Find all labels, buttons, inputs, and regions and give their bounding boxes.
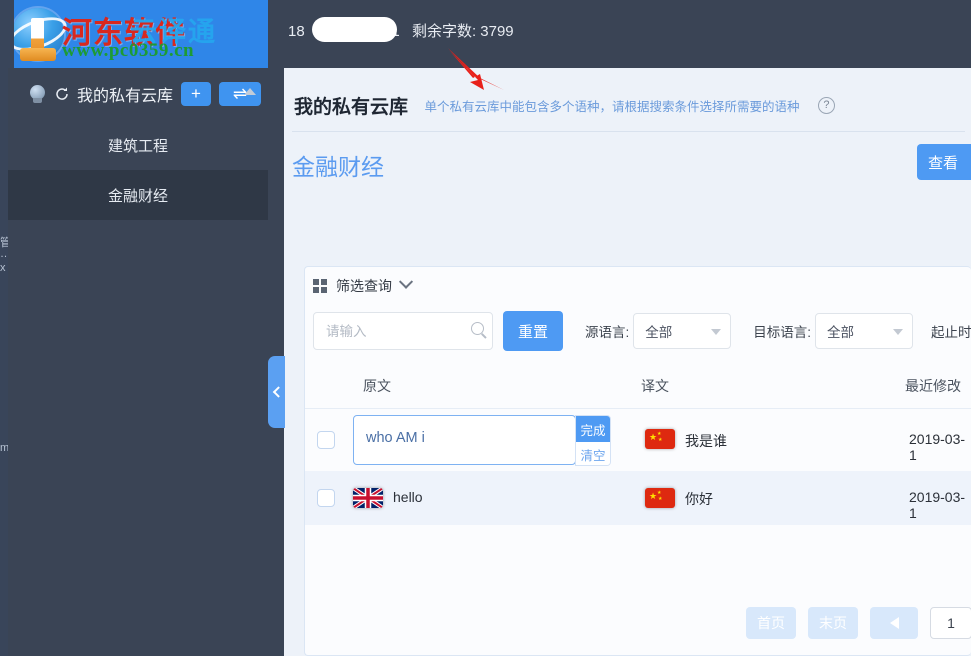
search-input[interactable] [313,312,493,350]
row-checkbox[interactable] [317,489,335,507]
filter-header: 筛选查询 [305,267,971,305]
chevron-down-icon [711,329,721,335]
cn-flag-icon: ★★★ [645,488,675,508]
content-card: 筛选查询 重置 源语言: 全部 目标语言: [304,266,971,656]
library-header: 我的私有云库 + ⇌ [8,68,268,120]
time-range-label: 起止时间： [931,321,971,341]
column-header-source: 原文 [363,376,391,396]
source-edit-value: who AM i [366,430,425,446]
reset-button[interactable]: 重置 [503,311,563,351]
source-text: hello [393,489,423,505]
target-language-group: 目标语言: 全部 [753,313,913,349]
cn-flag-icon: ★★★ [645,429,675,449]
clear-button[interactable]: 清空 [576,442,610,466]
source-edit-box[interactable]: who AM i [353,415,576,465]
left-arrow-icon [890,617,899,629]
target-text: 你好 [685,489,713,509]
main-content: 我的私有云库 单个私有云库中能包含多个语种，请根据搜索条件选择所需要的语种 ? … [284,68,971,656]
add-library-button[interactable]: + [181,82,211,106]
last-page-button[interactable]: 末页 [808,607,858,639]
target-language-select[interactable]: 全部 [815,313,913,349]
sidebar-item-construction[interactable]: 建筑工程 [8,120,268,170]
done-button[interactable]: 完成 [576,416,610,442]
page-subtitle: 单个私有云库中能包含多个语种，请根据搜索条件选择所需要的语种 [424,96,799,115]
library-name: 我的私有云库 [77,82,173,106]
first-page-button[interactable]: 首页 [746,607,796,639]
target-text: 我是谁 [685,431,727,451]
column-header-modified: 最近修改 [905,376,961,396]
category-title: 金融财经 [292,148,384,182]
modified-date: 2019-03-1 [909,489,971,521]
search-box [313,312,493,350]
top-bar: 河东软件 云译通 www.pc0359.cn 18XXXXXXX521 剩余字数… [0,0,971,68]
lightbulb-icon [28,84,48,104]
account-prefix: 18 [288,23,305,40]
filter-section-label: 筛选查询 [336,276,392,296]
quota-label: 剩余字数: 3799 [412,23,514,40]
table-row: who AM i 完成 清空 ★★★ 我是谁 2019-03-1 [305,409,971,471]
modified-date: 2019-03-1 [909,431,971,463]
sidebar-item-label: 建筑工程 [108,135,168,156]
collapse-caret-icon[interactable] [244,88,256,95]
grid-icon [313,279,327,293]
search-icon[interactable] [471,322,484,335]
column-header-target: 译文 [641,376,669,396]
app-window: 河东软件 云译通 www.pc0359.cn 18XXXXXXX521 剩余字数… [0,0,971,656]
sidebar-item-label: 金融财经 [108,185,168,206]
table-header: 原文 译文 最近修改 [305,359,971,409]
target-language-value: 全部 [827,321,854,341]
sidebar: 我的私有云库 + ⇌ 建筑工程 金融财经 [8,68,268,656]
source-language-value: 全部 [645,321,672,341]
filter-row: 重置 源语言: 全部 目标语言: 全部 起止时间： [305,305,971,357]
chevron-down-icon[interactable] [399,275,413,289]
chevron-left-icon [272,386,283,397]
pagination: 首页 末页 [305,605,971,641]
help-icon[interactable]: ? [818,97,835,114]
uk-flag-icon [353,488,383,508]
prev-page-button[interactable] [870,607,918,639]
source-language-label: 源语言: [585,321,629,341]
source-language-group: 源语言: 全部 [585,313,731,349]
page-header: 我的私有云库 单个私有云库中能包含多个语种，请根据搜索条件选择所需要的语种 ? [284,68,971,119]
refresh-icon[interactable] [54,86,70,102]
target-language-label: 目标语言: [753,321,811,341]
table-row: hello ★★★ 你好 2019-03-1 [305,471,971,525]
source-language-select[interactable]: 全部 [633,313,731,349]
chevron-down-icon [893,329,903,335]
brand-panel: 河东软件 云译通 www.pc0359.cn [0,0,268,68]
sidebar-collapse-handle[interactable] [268,356,285,428]
app-logo-icon [8,4,68,64]
category-row: 金融财经 查看 [284,132,971,194]
page-title: 我的私有云库 [294,92,408,119]
sidebar-item-finance[interactable]: 金融财经 [8,170,268,220]
row-checkbox[interactable] [317,431,335,449]
edit-actions: 完成 清空 [575,415,611,466]
view-button[interactable]: 查看 [917,144,971,180]
redaction-blob [312,17,397,42]
page-number-input[interactable] [930,607,971,639]
watermark-url: www.pc0359.cn [62,40,194,62]
